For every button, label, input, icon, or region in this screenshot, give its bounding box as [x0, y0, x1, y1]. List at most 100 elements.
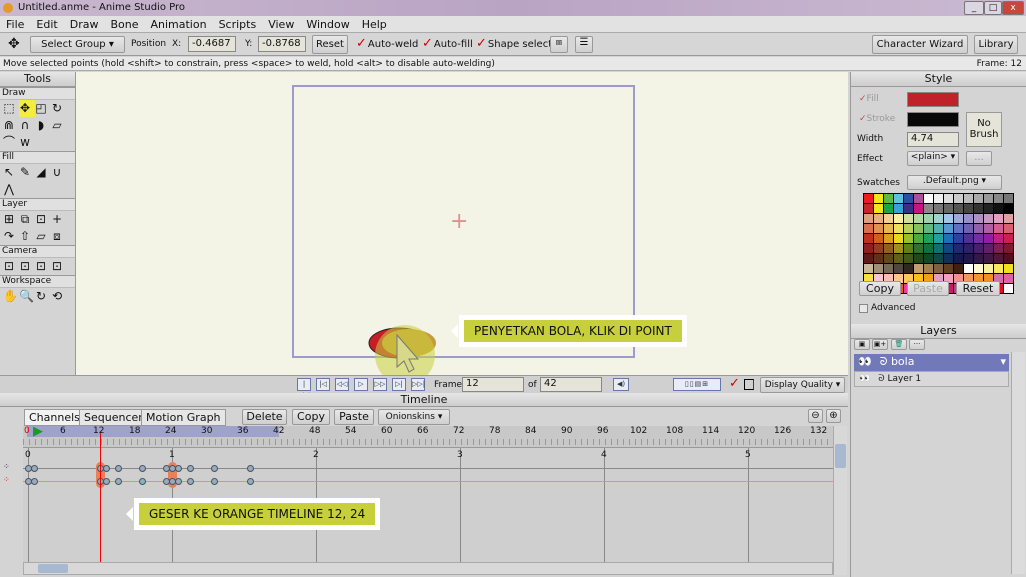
swatch-color[interactable] — [904, 244, 913, 253]
swatch-color[interactable] — [874, 224, 883, 233]
swatch-color[interactable] — [914, 234, 923, 243]
swatch-color[interactable] — [1004, 284, 1013, 293]
swatch-color[interactable] — [924, 244, 933, 253]
swatch-color[interactable] — [984, 264, 993, 273]
swatch-color[interactable] — [934, 264, 943, 273]
reset-style-button[interactable]: Reset — [956, 281, 1000, 296]
tool-icon[interactable]: ⧉ — [19, 211, 35, 228]
keyframe[interactable] — [115, 465, 122, 472]
swatch-color[interactable] — [954, 224, 963, 233]
swatch-color[interactable] — [924, 204, 933, 213]
swatch-color[interactable] — [964, 224, 973, 233]
swatch-color[interactable] — [974, 234, 983, 243]
sound-icon[interactable]: ◀) — [613, 378, 629, 391]
swatch-color[interactable] — [874, 214, 883, 223]
menu-file[interactable]: File — [0, 16, 30, 33]
swatch-color[interactable] — [1004, 264, 1013, 273]
swatch-color[interactable] — [1004, 274, 1013, 283]
swatch-color[interactable] — [924, 214, 933, 223]
tool-icon[interactable]: ⇧ — [19, 228, 35, 245]
keyframe[interactable] — [211, 465, 218, 472]
auto-weld-checkbox[interactable]: ✓Auto-weld — [356, 37, 418, 52]
current-frame-marker[interactable] — [100, 433, 101, 562]
keyframe[interactable] — [103, 465, 110, 472]
swatch-color[interactable] — [944, 264, 953, 273]
menu-animation[interactable]: Animation — [144, 16, 212, 33]
close-button[interactable]: x — [1002, 1, 1024, 15]
copy-style-button[interactable]: Copy — [859, 281, 901, 296]
swatch-color[interactable] — [964, 204, 973, 213]
swatch-color[interactable] — [934, 234, 943, 243]
swatch-color[interactable] — [994, 264, 1003, 273]
advanced-checkbox[interactable] — [859, 304, 868, 313]
swatch-color[interactable] — [1004, 214, 1013, 223]
character-wizard-button[interactable]: Character Wizard — [872, 35, 968, 54]
swatch-color[interactable] — [884, 264, 893, 273]
swatch-color[interactable] — [994, 254, 1003, 263]
swatch-color[interactable] — [894, 234, 903, 243]
swatch-color[interactable] — [874, 194, 883, 203]
copy-keys-button[interactable]: Copy — [292, 409, 330, 425]
swatch-color[interactable] — [904, 264, 913, 273]
swatch-color[interactable] — [914, 264, 923, 273]
no-brush-button[interactable]: No Brush — [966, 112, 1002, 147]
swatch-color[interactable] — [864, 194, 873, 203]
swatch-color[interactable] — [864, 204, 873, 213]
tool-icon[interactable]: ✎ — [19, 164, 35, 181]
layers-scrollbar[interactable] — [1011, 352, 1025, 574]
keyframe[interactable] — [31, 478, 38, 485]
swatch-color[interactable] — [864, 234, 873, 243]
trash-icon[interactable]: 🗑 — [891, 339, 907, 350]
total-frames-input[interactable]: 42 — [540, 377, 602, 392]
swatch-color[interactable] — [934, 204, 943, 213]
tool-icon[interactable]: ⊞ — [3, 211, 19, 228]
menu-help[interactable]: Help — [356, 16, 393, 33]
menu-draw[interactable]: Draw — [64, 16, 105, 33]
keyframe[interactable] — [187, 478, 194, 485]
display-quality-dropdown[interactable]: Display Quality ▾ — [760, 377, 845, 393]
swatch-color[interactable] — [974, 214, 983, 223]
swatch-color[interactable] — [874, 264, 883, 273]
keyframe[interactable] — [103, 478, 110, 485]
swatch-color[interactable] — [874, 204, 883, 213]
keyframe[interactable] — [31, 465, 38, 472]
swatch-color[interactable] — [964, 264, 973, 273]
swatch-color[interactable] — [994, 214, 1003, 223]
swatch-color[interactable] — [994, 224, 1003, 233]
swatch-color[interactable] — [924, 224, 933, 233]
zoom-out-icon[interactable]: ⊖ — [808, 409, 823, 423]
swatch-color[interactable] — [944, 204, 953, 213]
swatch-color[interactable] — [954, 254, 963, 263]
swatch-color[interactable] — [984, 244, 993, 253]
swatch-color[interactable] — [904, 224, 913, 233]
swatch-color[interactable] — [894, 244, 903, 253]
stroke-checkbox[interactable]: ✓Stroke — [859, 114, 895, 124]
mode-dropdown[interactable]: Select Group ▾ — [30, 36, 125, 53]
swatch-color[interactable] — [894, 214, 903, 223]
tool-icon[interactable]: ↖ — [3, 164, 19, 181]
more-options-icon[interactable]: ··· — [909, 339, 925, 350]
swatch-color[interactable] — [914, 224, 923, 233]
swatch-color[interactable] — [984, 214, 993, 223]
swatch-color[interactable] — [944, 234, 953, 243]
tool-icon[interactable]: ▱ — [35, 228, 51, 245]
swatch-color[interactable] — [894, 204, 903, 213]
tool-icon[interactable]: ↻ — [51, 100, 67, 117]
tab-sequencer[interactable]: Sequencer — [79, 409, 148, 426]
frame-toggle-icon[interactable] — [744, 379, 754, 390]
swatch-color[interactable] — [884, 234, 893, 243]
swatch-color[interactable] — [894, 254, 903, 263]
menu-view[interactable]: View — [262, 16, 300, 33]
effect-more-button[interactable]: ... — [966, 151, 992, 166]
onionskins-dropdown[interactable]: Onionskins ▾ — [378, 409, 450, 425]
view-layout-buttons[interactable]: ▯▯▤⊞ — [673, 378, 721, 391]
x-position-input[interactable]: -0.4687 — [188, 36, 236, 52]
tool-icon[interactable]: ⊡ — [35, 211, 51, 228]
zoom-in-icon[interactable]: ⊕ — [826, 409, 841, 423]
tool-icon[interactable]: ▱ — [51, 117, 67, 134]
swatch-color[interactable] — [954, 194, 963, 203]
swatch-color[interactable] — [894, 224, 903, 233]
list-icon[interactable]: ☰ — [575, 36, 593, 53]
minimize-button[interactable]: _ — [964, 1, 984, 15]
swatch-color[interactable] — [934, 194, 943, 203]
